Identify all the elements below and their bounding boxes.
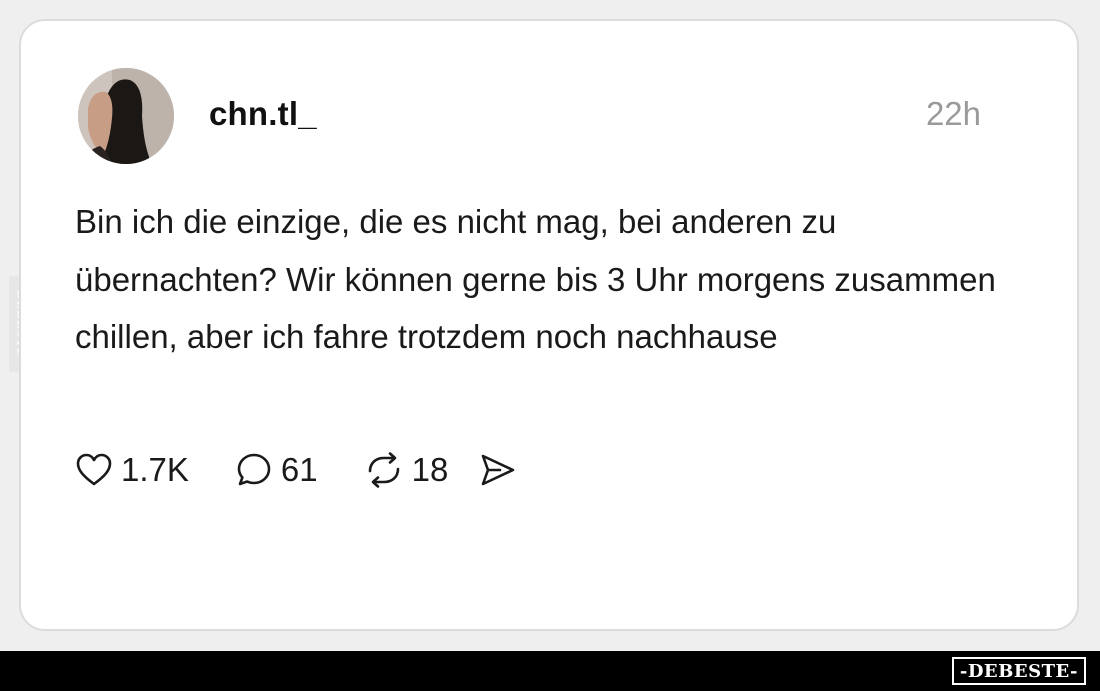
username[interactable]: chn.tl_	[209, 95, 317, 133]
heart-icon	[75, 452, 113, 488]
action-bar: 1.7K 61 18	[75, 446, 518, 494]
repost-count: 18	[411, 451, 449, 488]
screenshot-stage: DEBESTE chn.tl_ 22h Bin ich die einzige,…	[0, 0, 1100, 691]
repost-arrows-icon	[364, 451, 404, 489]
footer-bar: -DEBESTE-	[0, 651, 1100, 691]
send-icon	[478, 452, 518, 488]
comment-button[interactable]: 61	[235, 451, 318, 489]
post-text: Bin ich die einzige, die es nicht mag, b…	[75, 203, 996, 355]
post-timestamp: 22h	[925, 95, 981, 132]
avatar[interactable]	[78, 68, 174, 164]
brand-logo-text: -DEBESTE-	[959, 660, 1078, 682]
repost-button[interactable]: 18	[364, 451, 449, 489]
post-card: chn.tl_ 22h Bin ich die einzige, die es …	[19, 19, 1079, 631]
comment-bubble-icon	[235, 451, 273, 489]
share-button[interactable]	[478, 452, 518, 488]
comment-count: 61	[280, 451, 318, 488]
like-button[interactable]: 1.7K	[75, 451, 189, 489]
like-count: 1.7K	[121, 451, 189, 488]
avatar-image	[78, 68, 174, 164]
brand-logo: -DEBESTE-	[951, 657, 1086, 685]
